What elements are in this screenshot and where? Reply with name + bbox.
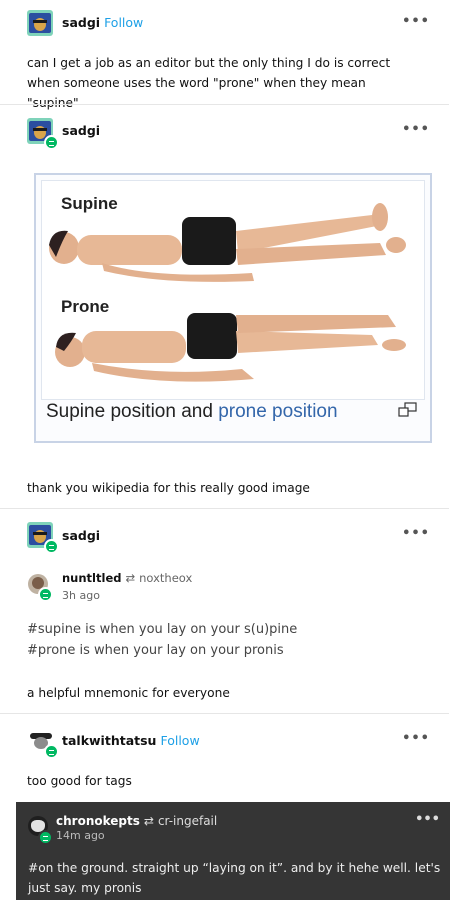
image-illustration: Supine Prone (41, 180, 425, 400)
reblog-username[interactable]: chronokepts ⇄ cr-ingefail (56, 814, 217, 828)
reblog-via[interactable]: noxtheox (139, 571, 192, 585)
reblog-badge-icon (38, 587, 53, 602)
caption-link[interactable]: prone position (218, 401, 337, 422)
supine-figure (49, 203, 406, 382)
reblog-icon: ⇄ (143, 814, 154, 828)
post-username[interactable]: sadgi (62, 123, 100, 138)
post-body: too good for tags (27, 774, 132, 788)
post-timestamp: 14m ago (56, 829, 105, 842)
post-username[interactable]: sadgi Follow (62, 15, 143, 30)
follow-button[interactable]: Follow (104, 15, 143, 30)
dark-post-panel: chronokepts ⇄ cr-ingefail 14m ago ••• #on … (16, 802, 450, 900)
follow-button[interactable]: Follow (160, 733, 199, 748)
post-body: a helpful mnemonic for everyone (27, 686, 230, 700)
post-username[interactable]: talkwithtatsu Follow (62, 733, 200, 748)
post-username[interactable]: sadgi (62, 528, 100, 543)
reblog-username-text[interactable]: nuntltled (62, 571, 121, 585)
image-caption: Supine position and prone position (46, 401, 338, 423)
reblog-badge-icon (44, 135, 59, 150)
reblog-username-text[interactable]: chronokepts (56, 814, 140, 828)
reblog-badge-icon (38, 830, 53, 845)
reblog-via[interactable]: cr-ingefail (158, 814, 217, 828)
reblog-badge-icon (44, 539, 59, 554)
username-text[interactable]: sadgi (62, 15, 100, 30)
more-dots-icon[interactable]: ••• (402, 122, 430, 137)
post-body: #on the ground. straight up “laying on i… (28, 861, 441, 895)
reblog-icon: ⇄ (125, 571, 136, 585)
enlarge-icon[interactable] (398, 402, 418, 418)
post-timestamp: 3h ago (62, 589, 100, 602)
avatar[interactable] (27, 10, 53, 36)
more-dots-icon[interactable]: ••• (402, 14, 430, 29)
divider (0, 713, 449, 714)
username-text[interactable]: talkwithtatsu (62, 733, 156, 748)
caption-text: Supine position and (46, 401, 219, 422)
reblog-username[interactable]: nuntltled ⇄ noxtheox (62, 571, 192, 585)
more-dots-icon[interactable]: ••• (402, 731, 430, 746)
post-image[interactable]: Supine Prone Supine position and prone p… (34, 173, 432, 443)
divider (0, 104, 449, 105)
post-tag-line[interactable]: #supine is when you lay on your s(u)pine (27, 620, 297, 640)
post-tag-line[interactable]: #prone is when your lay on your pronis (27, 641, 284, 661)
post-body: thank you wikipedia for this really good… (27, 481, 310, 495)
divider (0, 508, 449, 509)
more-dots-icon[interactable]: ••• (415, 812, 440, 827)
reblog-badge-icon (44, 744, 59, 759)
more-dots-icon[interactable]: ••• (402, 526, 430, 541)
